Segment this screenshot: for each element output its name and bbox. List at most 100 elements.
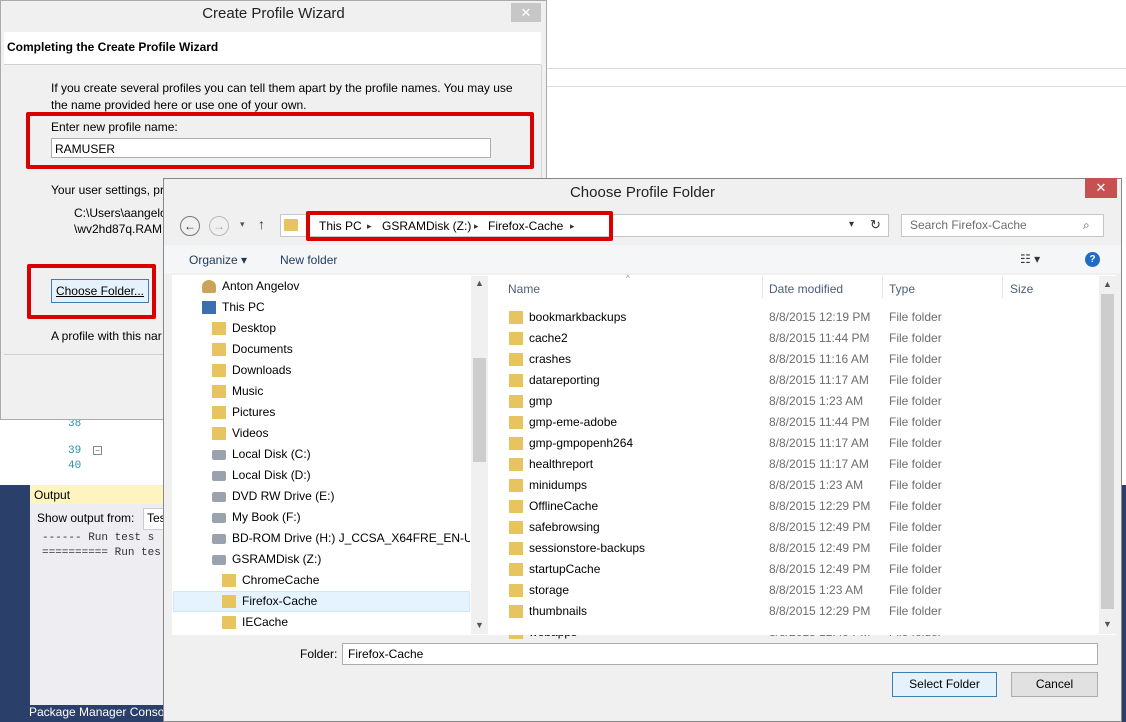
column-header-name[interactable]: Name [508,282,540,296]
folder-input[interactable]: Firefox-Cache [342,643,1098,665]
table-row[interactable]: storage 8/8/2015 1:23 AM File folder [509,580,1089,601]
folder-icon [509,353,523,366]
file-date: 8/8/2015 11:17 AM [769,436,869,450]
nav-item-label: This PC [222,300,265,314]
nav-item[interactable]: Local Disk (C:) [212,444,470,465]
nav-item[interactable]: Desktop [212,318,470,339]
wizard-close-button[interactable]: ✕ [511,3,541,22]
table-row[interactable]: gmp-eme-adobe 8/8/2015 11:44 PM File folde… [509,412,1089,433]
forward-arrow-icon[interactable]: → [209,216,229,236]
up-arrow-icon[interactable]: ↑ [258,216,265,232]
table-row[interactable]: minidumps 8/8/2015 1:23 AM File folder [509,475,1089,496]
folder-icon [509,374,523,387]
table-row[interactable]: thumbnails 8/8/2015 12:29 PM File folder [509,601,1089,622]
table-row[interactable]: crashes 8/8/2015 11:16 AM File folder [509,349,1089,370]
column-divider[interactable] [1002,276,1003,298]
nav-item[interactable]: IECache [222,612,470,633]
nav-scrollbar-thumb[interactable] [473,358,486,462]
file-date: 8/8/2015 11:16 AM [769,352,869,366]
search-input[interactable]: Search Firefox-Cache [901,214,1104,237]
folder-icon [509,416,523,429]
nav-item[interactable]: Documents [212,339,470,360]
code-editor[interactable]: 38 39 40 − [30,418,165,485]
table-row[interactable]: datareporting 8/8/2015 11:17 AM File folde… [509,370,1089,391]
folder-icon [509,479,523,492]
nav-item[interactable]: DVD RW Drive (E:) [212,486,470,507]
new-folder-button[interactable]: New folder [280,253,337,267]
table-row[interactable]: gmp 8/8/2015 1:23 AM File folder [509,391,1089,412]
nav-item[interactable]: Downloads [212,360,470,381]
collapse-icon[interactable]: − [93,446,102,455]
folder-icon [509,500,523,513]
file-name: gmp-eme-adobe [529,415,618,429]
table-row[interactable]: startupCache 8/8/2015 12:49 PM File folder [509,559,1089,580]
nav-item-label: Anton Angelov [222,279,300,293]
output-line: ========== Run tes [42,547,161,559]
nav-item-label: IECache [242,615,289,629]
chevron-down-icon[interactable]: ▾ [849,219,854,230]
folder-icon [222,595,236,608]
column-header-type[interactable]: Type [889,282,915,296]
nav-item[interactable]: Firefox-Cache [222,591,470,612]
table-row[interactable]: healthreport 8/8/2015 11:17 AM File folder [509,454,1089,475]
file-type: File folder [889,457,942,471]
nav-item[interactable]: Pictures [212,402,470,423]
table-row[interactable]: sessionstore-backups 8/8/2015 12:49 PM Fil… [509,538,1089,559]
table-row[interactable]: safebrowsing 8/8/2015 12:49 PM File folder [509,517,1089,538]
folder-icon [509,584,523,597]
back-arrow-icon[interactable]: ← [180,216,200,236]
nav-item-label: Local Disk (D:) [232,468,311,482]
refresh-icon[interactable]: ↻ [870,217,881,233]
nav-item[interactable]: Local Disk (D:) [212,465,470,486]
table-row[interactable]: OfflineCache 8/8/2015 12:29 PM File folder [509,496,1089,517]
chevron-up-icon[interactable]: ▲ [475,278,484,288]
table-row[interactable]: bookmarkbackups 8/8/2015 12:19 PM File fol… [509,307,1089,328]
folder-icon [222,616,236,629]
highlight-box [27,264,156,319]
column-divider[interactable] [882,276,883,298]
highlight-box [26,112,534,169]
file-name: startupCache [529,562,601,576]
profile-path-text: C:\Users\aangelo [74,206,167,220]
column-header-size[interactable]: Size [1010,282,1033,296]
recent-locations-icon[interactable]: ▾ [240,219,245,230]
nav-item-label: Desktop [232,321,277,335]
nav-item[interactable]: GSRAMDisk (Z:) [212,549,470,570]
chevron-up-icon[interactable]: ▲ [1103,279,1112,289]
nav-item-label: Firefox-Cache [242,594,318,608]
select-folder-button[interactable]: Select Folder [892,672,997,697]
chevron-down-icon[interactable]: ▼ [475,620,484,630]
list-scrollbar-thumb[interactable] [1101,294,1114,609]
file-date: 8/8/2015 11:17 AM [769,457,869,471]
folder-icon [212,322,226,335]
drive-icon [212,471,226,481]
table-row[interactable]: gmp-gmpopenh264 8/8/2015 11:17 AM File fol… [509,433,1089,454]
chevron-down-icon[interactable]: ▼ [1103,619,1112,629]
output-title-bar: Output [30,486,170,504]
search-icon[interactable]: ⌕ [1083,218,1090,233]
nav-item[interactable]: Music [212,381,470,402]
nav-item[interactable]: This PC [202,297,470,318]
file-date: 8/8/2015 12:49 PM [769,520,871,534]
package-manager-tab[interactable]: Package Manager Console [29,705,174,719]
profile-path-text: \wv2hd87q.RAM [74,222,163,236]
organize-menu[interactable]: Organize ▾ [189,253,247,267]
file-name: thumbnails [529,604,588,618]
cancel-button[interactable]: Cancel [1011,672,1098,697]
drive-icon [212,492,226,502]
nav-item[interactable]: Anton Angelov [202,276,470,297]
column-header-date[interactable]: Date modified [769,282,843,296]
file-type: File folder [889,562,942,576]
nav-item[interactable]: BD-ROM Drive (H:) J_CCSA_X64FRE_EN-US_DV [212,528,470,549]
folder-icon [222,574,236,587]
view-options-icon[interactable]: ☷ ▾ [1020,252,1040,266]
folder-icon [509,437,523,450]
file-type: File folder [889,415,942,429]
nav-item[interactable]: Videos [212,423,470,444]
help-icon[interactable]: ? [1085,252,1100,267]
table-row[interactable]: cache2 8/8/2015 11:44 PM File folder [509,328,1089,349]
nav-item[interactable]: My Book (F:) [212,507,470,528]
nav-item[interactable]: ChromeCache [222,570,470,591]
column-divider[interactable] [762,276,763,298]
dialog-close-button[interactable]: ✕ [1085,178,1117,198]
